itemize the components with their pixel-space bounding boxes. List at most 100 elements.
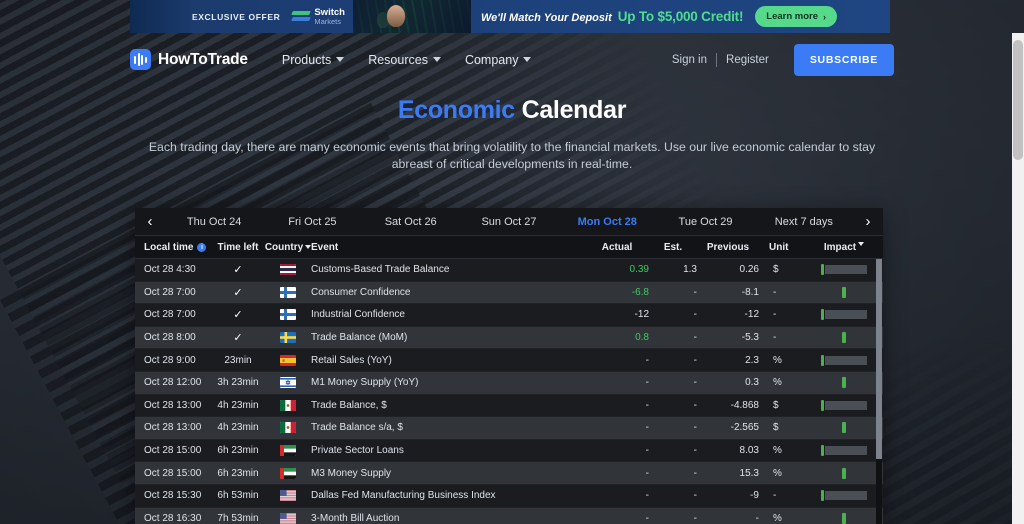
nav-item-products[interactable]: Products [282, 53, 345, 67]
column-header-est[interactable]: Est. [649, 242, 697, 253]
cell-previous: -4.868 [730, 399, 759, 411]
register-link[interactable]: Register [717, 54, 778, 66]
cell-previous: -5.3 [741, 332, 759, 344]
date-tabs: ‹ Thu Oct 24 Fri Oct 25 Sat Oct 26 Sun Oct … [135, 208, 883, 236]
column-header-unit[interactable]: Unit [759, 242, 805, 253]
impact-indicator [842, 467, 846, 479]
impact-bar-icon [820, 445, 825, 457]
table-row[interactable]: Oct 28 4:30 ✓ Customs-Based Trade Balance 0… [135, 259, 883, 282]
subscribe-button[interactable]: SUBSCRIBE [793, 43, 894, 76]
impact-track [825, 491, 868, 501]
date-tab[interactable]: Next 7 days [755, 216, 853, 228]
cell-local-time: Oct 28 4:30 [144, 264, 196, 276]
date-tab[interactable]: Thu Oct 24 [165, 216, 263, 228]
cell-previous: 0.26 [739, 264, 759, 276]
cell-actual: -12 [634, 309, 649, 321]
column-header-country-label: Country [264, 241, 304, 253]
date-tab-list: Thu Oct 24 Fri Oct 25 Sat Oct 26 Sun Oct 27… [165, 208, 853, 235]
table-row[interactable]: Oct 28 15:00 6h 23min Private Sector Loans… [135, 439, 883, 463]
table-row[interactable]: Oct 28 15:30 6h 53min Dallas Fed Manufactu… [135, 484, 883, 508]
cell-previous: -9 [750, 490, 759, 502]
page-title-rest: Calendar [521, 96, 627, 124]
switch-markets-logo: Switch Markets [291, 8, 345, 26]
cell-time-left: 6h 23min [217, 467, 259, 479]
impact-track [825, 446, 868, 456]
cell-impact [805, 377, 883, 389]
cell-time-left: 7h 53min [217, 512, 259, 524]
calendar-scrollbar-thumb[interactable] [876, 259, 882, 459]
column-header-previous[interactable]: Previous [697, 242, 759, 253]
promo-learn-more-button[interactable]: Learn more › [755, 6, 838, 27]
nav-item-company[interactable]: Company [465, 53, 532, 67]
promo-banner[interactable]: EXCLUSIVE OFFER Switch Markets We'll Mat… [130, 0, 890, 33]
cell-event: 3-Month Bill Auction [311, 512, 400, 524]
cell-time-left: ✓ [233, 286, 243, 299]
table-row[interactable]: Oct 28 8:00 ✓ Trade Balance (MoM) 0.8 - -5.3 - [135, 326, 883, 350]
prev-day-button[interactable]: ‹ [135, 208, 165, 236]
table-row[interactable]: Oct 28 15:00 6h 23min M3 Money Supply - - 15.… [135, 462, 883, 485]
cell-est: - [693, 309, 697, 321]
cell-local-time: Oct 28 15:00 [144, 467, 202, 479]
chevron-down-icon [432, 57, 441, 62]
impact-indicator [842, 422, 846, 434]
date-tab[interactable]: Mon Oct 28 [558, 216, 656, 228]
cell-unit: $ [773, 422, 779, 434]
impact-track [825, 265, 868, 275]
date-tab[interactable]: Tue Oct 29 [656, 216, 754, 228]
cell-time-left: 23min [224, 354, 252, 366]
page-root: EXCLUSIVE OFFER Switch Markets We'll Mat… [0, 0, 1024, 524]
impact-bar-icon [820, 399, 825, 411]
date-tab-label: Tue Oct 29 [678, 215, 733, 228]
date-tab[interactable]: Fri Oct 25 [263, 216, 361, 228]
impact-bar-icon [842, 332, 846, 344]
table-row[interactable]: Oct 28 7:00 ✓ Industrial Confidence -12 - -12… [135, 304, 883, 327]
table-row[interactable]: Oct 28 13:00 4h 23min Trade Balance s/a, $… [135, 417, 883, 440]
cell-unit: % [773, 467, 782, 479]
column-header-event[interactable]: Event [307, 242, 585, 253]
cell-time-left: 4h 23min [217, 399, 259, 411]
column-header-time-left[interactable]: Time left [207, 242, 269, 253]
sign-in-link[interactable]: Sign in [663, 54, 716, 66]
country-flag-icon [269, 354, 307, 366]
country-flag-icon [269, 490, 307, 502]
nav-item-resources[interactable]: Resources [368, 53, 441, 67]
impact-indicator [842, 377, 846, 389]
date-tab[interactable]: Sat Oct 26 [362, 216, 460, 228]
site-header: HowToTrade Products Resources Company Si… [0, 33, 1024, 86]
cell-time-left: ✓ [233, 264, 243, 277]
brand-logo[interactable]: HowToTrade [130, 49, 248, 70]
column-header-actual[interactable]: Actual [585, 242, 649, 253]
column-header-country[interactable]: Country [265, 242, 312, 253]
country-flag-icon [269, 445, 307, 457]
chevron-down-icon [523, 57, 532, 62]
impact-indicator [820, 399, 868, 411]
date-tab-label: Sun Oct 27 [481, 215, 537, 228]
switch-markets-sub: Markets [314, 16, 342, 26]
impact-indicator [820, 264, 868, 276]
page-scrollbar-thumb[interactable] [1013, 40, 1023, 160]
cell-impact [805, 332, 883, 344]
date-tab[interactable]: Sun Oct 27 [460, 216, 558, 228]
switch-markets-mark-icon [291, 11, 312, 22]
cell-event: Private Sector Loans [311, 445, 404, 457]
cell-previous: -12 [744, 309, 759, 321]
table-row[interactable]: Oct 28 13:00 4h 23min Trade Balance, $ - - -4… [135, 394, 883, 418]
cell-event: Trade Balance s/a, $ [311, 422, 403, 434]
page-title: Economic Calendar [0, 96, 1024, 125]
table-row[interactable]: Oct 28 12:00 3h 23min M1 Money Supply (YoY… [135, 371, 883, 395]
promo-message-line1: We'll Match Your Deposit [480, 12, 612, 24]
column-header-local-time-label: Local time [144, 241, 194, 253]
info-icon[interactable]: i [197, 242, 207, 252]
column-header-impact[interactable]: Impact [805, 241, 883, 253]
table-row[interactable]: Oct 28 16:30 7h 53min 3-Month Bill Auction… [135, 507, 883, 524]
cell-local-time: Oct 28 13:00 [144, 422, 202, 434]
date-tab-label: Next 7 days [774, 215, 833, 228]
column-header-local-time[interactable]: Local time i [135, 242, 207, 253]
table-row[interactable]: Oct 28 9:00 23min Retail Sales (YoY) - - 2.3% [135, 349, 883, 372]
cell-est: - [693, 399, 697, 411]
next-day-button[interactable]: › [853, 208, 883, 236]
cell-local-time: Oct 28 16:30 [144, 512, 202, 524]
page-subtitle: Each trading day, there are many economi… [148, 140, 876, 171]
brand-name: HowToTrade [158, 50, 248, 68]
table-row[interactable]: Oct 28 7:00 ✓ Consumer Confidence -6.8 - -8.1… [135, 281, 883, 305]
